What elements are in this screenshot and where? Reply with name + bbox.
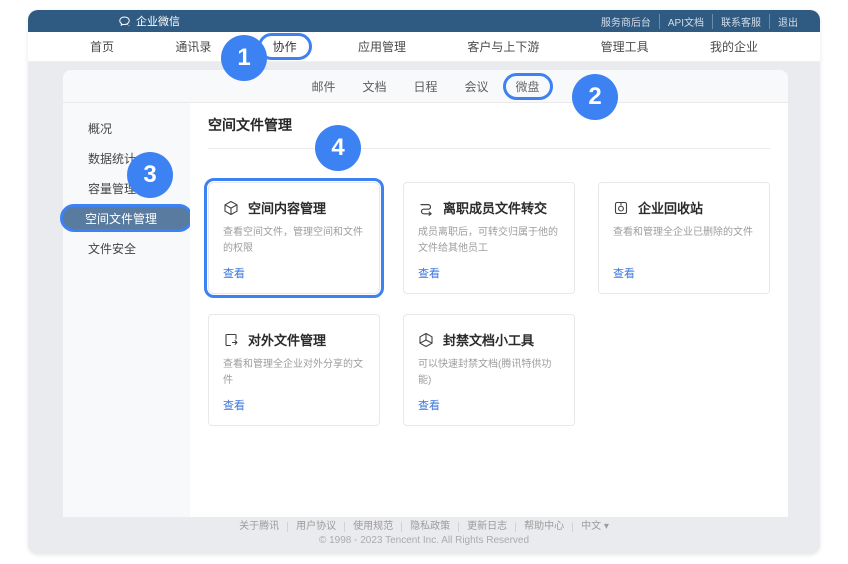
view-link[interactable]: 查看 bbox=[613, 265, 755, 281]
main-nav-item[interactable]: 应用管理 bbox=[358, 38, 406, 55]
feature-card[interactable]: 离职成员文件转交 成员离职后，可转交归属于他的文件给其他员工 查看 bbox=[403, 182, 575, 294]
sidebar-item[interactable]: 空间文件管理 bbox=[60, 204, 193, 232]
card-description: 可以快速封禁文档(腾讯特供功能) bbox=[418, 357, 560, 388]
main-nav: 首页 通讯录 协作 应用管理 客户与上下游 管理工 bbox=[28, 32, 820, 62]
card-description: 查看和管理全企业对外分享的文件 bbox=[223, 357, 365, 388]
card-description: 成员离职后，可转交归属于他的文件给其他员工 bbox=[418, 225, 560, 256]
main-nav-item-label: 通讯录 bbox=[175, 40, 211, 54]
sub-nav-item[interactable]: 日程 bbox=[413, 78, 437, 95]
sidebar-item[interactable]: 文件安全 bbox=[63, 233, 190, 263]
footer-link[interactable]: 帮助中心 bbox=[515, 522, 572, 532]
sub-nav-item-label: 日程 bbox=[413, 80, 437, 94]
sidebar-item[interactable]: 概况 bbox=[63, 113, 190, 143]
main-nav-item[interactable]: 协作 bbox=[273, 40, 297, 54]
sub-nav-item[interactable]: 会议 bbox=[465, 78, 489, 95]
main-nav-item[interactable]: 首页 bbox=[90, 38, 114, 55]
recycle-bin-icon bbox=[613, 200, 629, 216]
sub-nav-item[interactable]: 微盘 bbox=[516, 78, 540, 95]
collaboration-panel: 邮件 文档 日程 会议 bbox=[63, 70, 788, 517]
card-header: 空间内容管理 bbox=[223, 198, 365, 217]
main-nav-item-label: 管理工具 bbox=[601, 40, 649, 54]
footer-link[interactable]: 用户协议 bbox=[287, 522, 344, 532]
wecom-admin-window: 企业微信 服务商后台 API文档 联系客服 退出 首页 bbox=[28, 10, 820, 554]
main-nav-item[interactable]: 通讯录 bbox=[175, 38, 211, 55]
top-bar-link[interactable]: 服务商后台 bbox=[593, 14, 659, 29]
annotation-step-4: 4 bbox=[315, 125, 361, 171]
footer-link[interactable]: 使用规范 bbox=[344, 522, 401, 532]
footer-link[interactable]: 更新日志 bbox=[458, 522, 515, 532]
card-title: 企业回收站 bbox=[638, 198, 703, 217]
transfer-icon bbox=[418, 200, 434, 216]
main-nav-item-label: 我的企业 bbox=[710, 40, 758, 54]
card-header: 离职成员文件转交 bbox=[418, 198, 560, 217]
sub-nav-item[interactable]: 文档 bbox=[362, 78, 386, 95]
top-bar: 企业微信 服务商后台 API文档 联系客服 退出 bbox=[28, 10, 820, 32]
sub-nav-item[interactable]: 邮件 bbox=[311, 78, 335, 95]
footer-links: 关于腾讯 用户协议 使用规范 隐私政策 更新日志 帮助中心 中文 ▾ bbox=[231, 522, 617, 532]
card-title: 空间内容管理 bbox=[248, 198, 326, 217]
language-label: 中文 bbox=[581, 521, 601, 532]
panel-body: 概况 数据统计 容量管理 空间文件管理 文件安全 空间文件管理 bbox=[63, 103, 788, 517]
chat-bubble-icon bbox=[118, 15, 131, 28]
card-header: 对外文件管理 bbox=[223, 330, 365, 349]
feature-card[interactable]: 企业回收站 查看和管理全企业已删除的文件 查看 bbox=[598, 182, 770, 294]
main-nav-item-label: 应用管理 bbox=[358, 40, 406, 54]
card-title: 对外文件管理 bbox=[248, 330, 326, 349]
footer-link[interactable]: 隐私政策 bbox=[401, 522, 458, 532]
annotation-step-1: 1 bbox=[221, 35, 267, 81]
card-description: 查看和管理全企业已删除的文件 bbox=[613, 225, 755, 241]
language-selector[interactable]: 中文 ▾ bbox=[572, 522, 617, 532]
title-divider bbox=[208, 148, 770, 149]
sub-nav: 邮件 文档 日程 会议 bbox=[63, 70, 788, 103]
sub-nav-item-label: 会议 bbox=[465, 80, 489, 94]
annotation-step-3: 3 bbox=[127, 152, 173, 198]
footer: 关于腾讯 用户协议 使用规范 隐私政策 更新日志 帮助中心 中文 ▾ bbox=[28, 517, 820, 554]
top-bar-link[interactable]: API文档 bbox=[659, 14, 712, 29]
card-title: 封禁文档小工具 bbox=[443, 330, 534, 349]
card-header: 企业回收站 bbox=[613, 198, 755, 217]
logo-text: 企业微信 bbox=[136, 13, 180, 29]
sub-nav-item-label: 微盘 bbox=[503, 73, 553, 100]
annotation-step-2: 2 bbox=[572, 74, 618, 120]
sub-nav-item-label: 邮件 bbox=[311, 80, 335, 94]
main-nav-item[interactable]: 客户与上下游 bbox=[467, 38, 539, 55]
main-content: 空间文件管理 空间内容管理 查看空间文件，管理空间和文件的权限 bbox=[190, 103, 788, 517]
copyright: © 1998 - 2023 Tencent Inc. All Rights Re… bbox=[319, 535, 529, 546]
main-nav-item[interactable]: 管理工具 bbox=[601, 38, 649, 55]
page-title: 空间文件管理 bbox=[208, 115, 778, 135]
feature-card[interactable]: 封禁文档小工具 可以快速封禁文档(腾讯特供功能) 查看 bbox=[403, 314, 575, 426]
card-title: 离职成员文件转交 bbox=[443, 198, 547, 217]
card-description: 查看空间文件，管理空间和文件的权限 bbox=[223, 225, 365, 256]
main-nav-item-label: 首页 bbox=[90, 40, 114, 54]
main-nav-item[interactable]: 我的企业 bbox=[710, 38, 758, 55]
wecom-logo[interactable]: 企业微信 bbox=[118, 13, 180, 29]
top-bar-links: 服务商后台 API文档 联系客服 退出 bbox=[593, 14, 806, 29]
sub-nav-item-label: 文档 bbox=[362, 80, 386, 94]
main-nav-item-label: 客户与上下游 bbox=[467, 40, 539, 54]
top-bar-link[interactable]: 联系客服 bbox=[712, 14, 769, 29]
feature-cards: 空间内容管理 查看空间文件，管理空间和文件的权限 查看 bbox=[208, 182, 770, 426]
external-file-icon bbox=[223, 332, 239, 348]
ban-doc-icon bbox=[418, 332, 434, 348]
caret-down-icon: ▾ bbox=[604, 521, 609, 532]
cube-icon bbox=[223, 200, 239, 216]
top-bar-link[interactable]: 退出 bbox=[769, 14, 806, 29]
screenshot-page: 企业微信 服务商后台 API文档 联系客服 退出 首页 bbox=[0, 0, 848, 564]
feature-card[interactable]: 空间内容管理 查看空间文件，管理空间和文件的权限 查看 bbox=[208, 182, 380, 294]
feature-card[interactable]: 对外文件管理 查看和管理全企业对外分享的文件 查看 bbox=[208, 314, 380, 426]
view-link[interactable]: 查看 bbox=[418, 397, 560, 413]
app-body: 邮件 文档 日程 会议 bbox=[28, 62, 820, 554]
footer-link[interactable]: 关于腾讯 bbox=[231, 522, 287, 532]
view-link[interactable]: 查看 bbox=[223, 397, 365, 413]
view-link[interactable]: 查看 bbox=[418, 265, 560, 281]
view-link[interactable]: 查看 bbox=[223, 265, 365, 281]
card-header: 封禁文档小工具 bbox=[418, 330, 560, 349]
